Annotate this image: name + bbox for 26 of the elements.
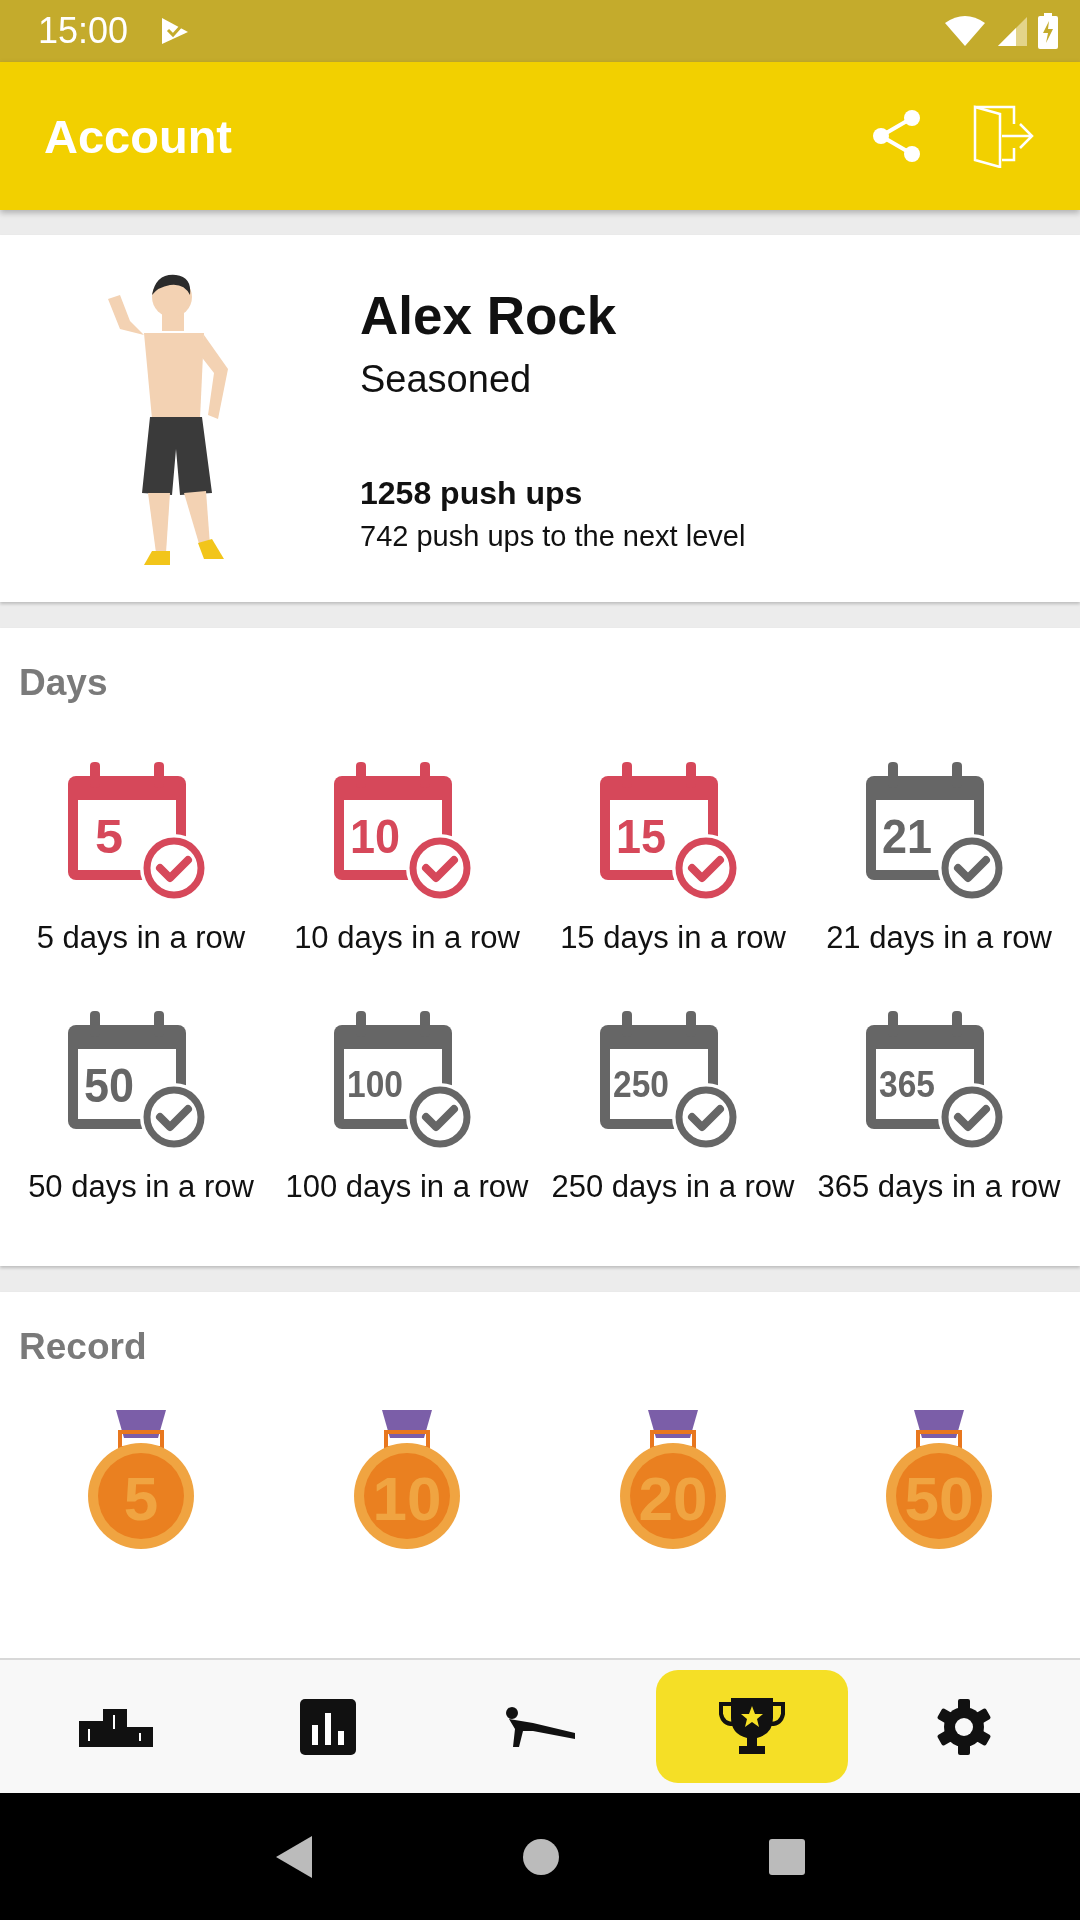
- podium-icon: [79, 1706, 153, 1747]
- recents-icon[interactable]: [768, 1837, 806, 1876]
- badge-label: 100 days in a row: [285, 1168, 529, 1206]
- status-time: 15:00: [38, 10, 129, 52]
- signal-icon: [996, 15, 1028, 47]
- push-up-total: 1258 push ups: [360, 474, 584, 512]
- next-level-text: 742 push ups to the next level: [360, 519, 746, 553]
- user-name: Alex Rock: [360, 284, 618, 346]
- badge-label: 365 days in a row: [817, 1168, 1061, 1206]
- badge-label: 5 days in a row: [36, 919, 246, 957]
- nav-tab[interactable]: [656, 1670, 848, 1783]
- back-icon[interactable]: [274, 1833, 314, 1880]
- badge-label: 15 days in a row: [560, 919, 786, 957]
- screen-title: Account: [44, 108, 232, 164]
- user-level: Seasoned: [360, 357, 533, 401]
- section-title: Record: [18, 1325, 148, 1368]
- section-title: Days: [18, 661, 109, 704]
- bar-chart-icon: [300, 1698, 356, 1755]
- badge-label: 250 days in a row: [551, 1168, 795, 1206]
- battery-icon: [1038, 13, 1058, 49]
- badge-label: 21 days in a row: [826, 919, 1052, 957]
- wifi-icon: [944, 15, 986, 47]
- home-icon[interactable]: [522, 1837, 560, 1876]
- push-up-figure-icon: [503, 1704, 577, 1749]
- badge-label: 50 days in a row: [28, 1168, 254, 1206]
- badge-label: 10 days in a row: [294, 919, 520, 957]
